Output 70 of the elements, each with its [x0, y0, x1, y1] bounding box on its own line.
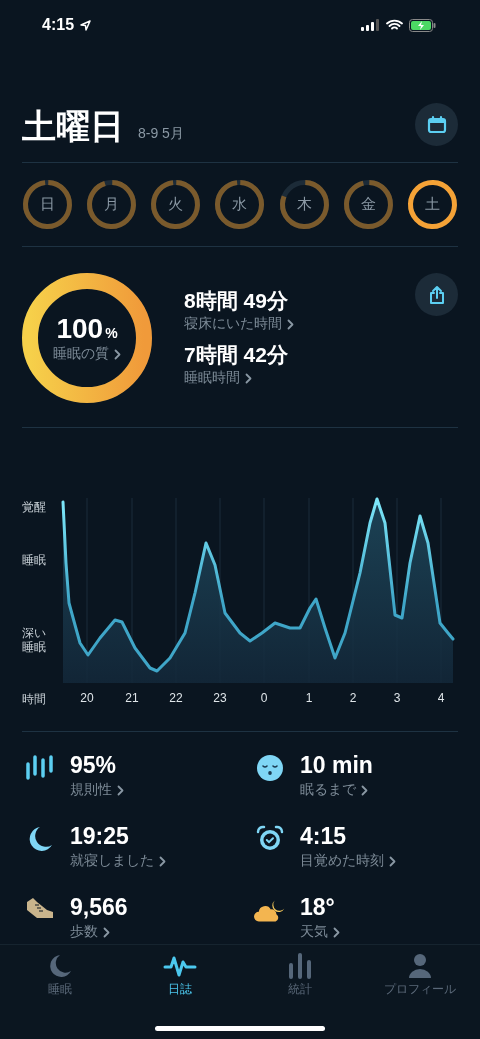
- quality-value: 100: [56, 313, 104, 345]
- calendar-icon: [426, 114, 447, 135]
- calendar-button[interactable]: [415, 103, 458, 146]
- tab[interactable]: 統計: [240, 945, 360, 1001]
- bars-icon: [287, 953, 313, 979]
- quality-unit: %: [105, 325, 118, 341]
- hour-label: 0: [260, 691, 268, 705]
- tab[interactable]: 日誌: [120, 945, 240, 1001]
- metric-value: 95%: [70, 752, 118, 779]
- hour-label: 3: [393, 691, 401, 705]
- hour-label: 21: [125, 691, 139, 705]
- metric-value: 18°: [300, 894, 336, 921]
- metric-label[interactable]: 眠るまで: [300, 781, 356, 799]
- axis-label: 睡眠: [22, 553, 47, 568]
- duration-label[interactable]: 睡眠時間: [184, 369, 240, 387]
- sleepy-face-icon: [256, 754, 284, 782]
- day-title: 土曜日: [22, 106, 124, 147]
- duration-value: 8時間 49分: [184, 288, 289, 314]
- metric-label[interactable]: 就寝しました: [70, 852, 154, 870]
- chevron-icon: [245, 372, 252, 384]
- quality-label[interactable]: 睡眠の質: [53, 345, 109, 363]
- hour-label: 4: [437, 691, 445, 705]
- location-arrow-icon: [80, 19, 92, 31]
- axis-title: 時間: [22, 691, 46, 708]
- chevron-icon: [159, 855, 166, 867]
- day-ring[interactable]: 水: [214, 179, 266, 230]
- metric-value: 9,566: [70, 894, 128, 921]
- hour-label: 1: [305, 691, 313, 705]
- day-ring[interactable]: 木: [278, 179, 330, 230]
- axis-label: 覚醒: [22, 500, 47, 515]
- hour-label: 23: [213, 691, 227, 705]
- bars-icon: [25, 754, 55, 780]
- duration-label[interactable]: 寝床にいた時間: [184, 315, 282, 333]
- chevron-icon: [287, 318, 294, 330]
- tab[interactable]: プロフィール: [360, 945, 480, 1001]
- hour-label: 22: [169, 691, 183, 705]
- signal-icon: [361, 19, 380, 31]
- metric-label[interactable]: 天気: [300, 923, 328, 941]
- alarm-clock-icon: [256, 825, 284, 853]
- metric-value: 4:15: [300, 823, 348, 850]
- metric-label[interactable]: 規則性: [70, 781, 112, 799]
- person-icon: [407, 953, 433, 979]
- sneaker-icon: [25, 896, 55, 920]
- metric-value: 19:25: [70, 823, 130, 850]
- metric-value: 10 min: [300, 752, 373, 779]
- date-range: 8-9 5月: [138, 125, 184, 143]
- duration-value: 7時間 42分: [184, 342, 289, 368]
- battery-icon: [409, 18, 436, 32]
- axis-label: 深い睡眠: [22, 626, 47, 655]
- tab[interactable]: 睡眠: [0, 945, 120, 1001]
- chevron-icon: [114, 348, 121, 360]
- day-ring[interactable]: 火: [150, 179, 202, 230]
- chevron-icon: [103, 926, 110, 938]
- share-icon: [427, 284, 446, 305]
- share-button[interactable]: [415, 273, 458, 316]
- day-ring[interactable]: 土: [406, 179, 458, 230]
- status-time: 4:15: [42, 16, 75, 34]
- hour-label: 2: [349, 691, 357, 705]
- metric-label[interactable]: 歩数: [70, 923, 98, 941]
- day-ring[interactable]: 金: [342, 179, 394, 230]
- chevron-icon: [389, 855, 396, 867]
- chevron-icon: [117, 784, 124, 796]
- wifi-icon: [386, 19, 403, 31]
- metric-label[interactable]: 目覚めた時刻: [300, 852, 384, 870]
- moon-icon: [47, 953, 73, 979]
- chevron-icon: [333, 926, 340, 938]
- day-ring[interactable]: 月: [86, 179, 138, 230]
- day-ring[interactable]: 日: [22, 179, 73, 230]
- chevron-icon: [361, 784, 368, 796]
- hour-label: 20: [80, 691, 94, 705]
